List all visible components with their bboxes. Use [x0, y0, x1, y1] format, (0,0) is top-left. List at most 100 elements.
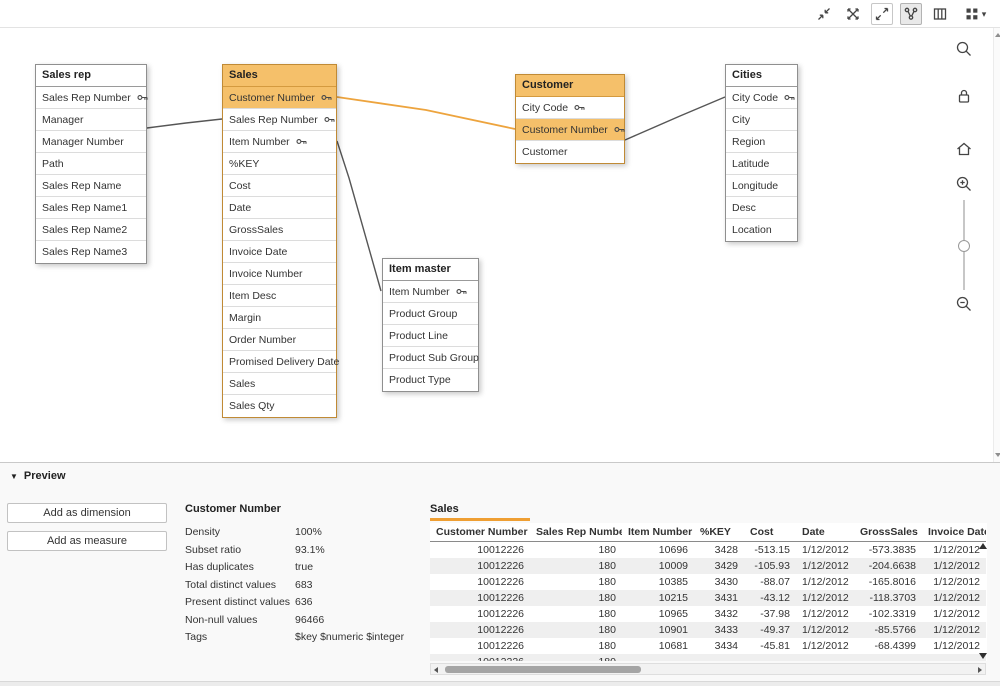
field-longitude[interactable]: Longitude: [726, 175, 797, 197]
scrollbar-thumb[interactable]: [445, 666, 641, 673]
field-location[interactable]: Location: [726, 219, 797, 241]
field-latitude[interactable]: Latitude: [726, 153, 797, 175]
field-sales-rep-number[interactable]: Sales Rep Number: [223, 109, 336, 131]
add-as-dimension-button[interactable]: Add as dimension: [7, 503, 167, 523]
table-cell: -165.8016: [854, 574, 922, 590]
column-header-customer-number[interactable]: Customer Number: [430, 523, 530, 542]
field-grosssales[interactable]: GrossSales: [223, 219, 336, 241]
column-header-cost[interactable]: Cost: [744, 523, 796, 542]
table-cell: 3433: [694, 622, 744, 638]
table-item-master[interactable]: Item masterItem NumberProduct GroupProdu…: [382, 258, 479, 392]
table-scroll-up-icon[interactable]: [979, 543, 987, 549]
table-title[interactable]: Sales rep: [36, 65, 146, 87]
field-customer-number[interactable]: Customer Number: [223, 87, 336, 109]
column-header-date[interactable]: Date: [796, 523, 854, 542]
field-city-code[interactable]: City Code: [516, 97, 624, 119]
field-order-number[interactable]: Order Number: [223, 329, 336, 351]
key-icon: [324, 114, 335, 125]
search-icon[interactable]: [955, 40, 973, 58]
lock-icon[interactable]: [955, 87, 973, 105]
table-cell: 180: [530, 542, 622, 559]
table-scroll-down-icon[interactable]: [979, 653, 987, 659]
field-manager-number[interactable]: Manager Number: [36, 131, 146, 153]
model-canvas[interactable]: Sales rep Sales Rep Number ManagerManager …: [0, 28, 993, 462]
table-horizontal-scrollbar[interactable]: [430, 663, 986, 675]
column-header-key[interactable]: %KEY: [694, 523, 744, 542]
table-row[interactable]: 10012226180: [430, 654, 986, 661]
field-sales-rep-name[interactable]: Sales Rep Name: [36, 175, 146, 197]
field-region[interactable]: Region: [726, 131, 797, 153]
field-promised-delivery-date[interactable]: Promised Delivery Date: [223, 351, 336, 373]
table-row[interactable]: 10012226180103853430-88.071/12/2012-165.…: [430, 574, 986, 590]
zoom-in-icon[interactable]: [955, 175, 973, 193]
field-product-line[interactable]: Product Line: [383, 325, 478, 347]
zoom-out-icon[interactable]: [955, 295, 973, 313]
table-title[interactable]: Cities: [726, 65, 797, 87]
field-cost[interactable]: Cost: [223, 175, 336, 197]
field-label: Sales Rep Number: [42, 92, 131, 104]
table-row[interactable]: 10012226180109013433-49.371/12/2012-85.5…: [430, 622, 986, 638]
field-sales-rep-name1[interactable]: Sales Rep Name1: [36, 197, 146, 219]
table-sales-rep[interactable]: Sales rep Sales Rep Number ManagerManager …: [35, 64, 147, 264]
field-item-number[interactable]: Item Number: [383, 281, 478, 303]
field-product-sub-group[interactable]: Product Sub Group: [383, 347, 478, 369]
field-label: Sales: [229, 378, 255, 390]
canvas-vertical-scrollbar[interactable]: [993, 28, 1000, 462]
field-margin[interactable]: Margin: [223, 307, 336, 329]
add-as-measure-button[interactable]: Add as measure: [7, 531, 167, 551]
home-icon[interactable]: [955, 140, 973, 158]
column-header-grosssales[interactable]: GrossSales: [854, 523, 922, 542]
zoom-slider-handle[interactable]: [958, 240, 970, 252]
field-product-group[interactable]: Product Group: [383, 303, 478, 325]
field-product-type[interactable]: Product Type: [383, 369, 478, 391]
scroll-left-icon[interactable]: [434, 667, 438, 673]
table-row[interactable]: 10012226180100093429-105.931/12/2012-204…: [430, 558, 986, 574]
table-customer[interactable]: CustomerCity CodeCustomer NumberCustomer: [515, 74, 625, 164]
column-header-item-number[interactable]: Item Number: [622, 523, 694, 542]
field-sales-rep-name2[interactable]: Sales Rep Name2: [36, 219, 146, 241]
apps-menu-button[interactable]: ▾: [958, 3, 992, 25]
scroll-up-icon[interactable]: [995, 33, 1000, 37]
field-invoice-number[interactable]: Invoice Number: [223, 263, 336, 285]
field-customer-number[interactable]: Customer Number: [516, 119, 624, 141]
expand-collapse-x-icon[interactable]: [842, 3, 864, 25]
window-bottom-scrollbar[interactable]: [0, 681, 1000, 686]
field-manager[interactable]: Manager: [36, 109, 146, 131]
table-row[interactable]: 10012226180106963428-513.151/12/2012-573…: [430, 542, 986, 559]
field-path[interactable]: Path: [36, 153, 146, 175]
graph-view-button[interactable]: [900, 3, 922, 25]
field-city-code[interactable]: City Code: [726, 87, 797, 109]
field-label: Path: [42, 158, 64, 170]
grid-layout-icon[interactable]: [929, 3, 951, 25]
column-header-sales-rep-number[interactable]: Sales Rep Number: [530, 523, 622, 542]
detail-label: Non-null values: [185, 614, 295, 626]
column-header-invoice-date[interactable]: Invoice Date: [922, 523, 986, 542]
field-sales-rep-number[interactable]: Sales Rep Number: [36, 87, 146, 109]
field-sales[interactable]: Sales: [223, 373, 336, 395]
table-title[interactable]: Sales: [223, 65, 336, 87]
collapse-all-icon[interactable]: [813, 3, 835, 25]
field-date[interactable]: Date: [223, 197, 336, 219]
field-customer[interactable]: Customer: [516, 141, 624, 163]
field-desc[interactable]: Desc: [726, 197, 797, 219]
field-key[interactable]: %KEY: [223, 153, 336, 175]
table-row[interactable]: 10012226180102153431-43.121/12/2012-118.…: [430, 590, 986, 606]
table-cities[interactable]: CitiesCity CodeCityRegionLatitudeLongitu…: [725, 64, 798, 242]
table-row[interactable]: 10012226180106813434-45.811/12/2012-68.4…: [430, 638, 986, 654]
expand-all-button[interactable]: [871, 3, 893, 25]
table-title[interactable]: Item master: [383, 259, 478, 281]
scroll-right-icon[interactable]: [978, 667, 982, 673]
table-title[interactable]: Customer: [516, 75, 624, 97]
field-sales-rep-name3[interactable]: Sales Rep Name3: [36, 241, 146, 263]
table-cell: -49.37: [744, 622, 796, 638]
scroll-down-icon[interactable]: [995, 453, 1000, 457]
field-item-desc[interactable]: Item Desc: [223, 285, 336, 307]
field-item-number[interactable]: Item Number: [223, 131, 336, 153]
field-city[interactable]: City: [726, 109, 797, 131]
preview-collapse-header[interactable]: ▼ Preview: [0, 463, 1000, 489]
field-sales-qty[interactable]: Sales Qty: [223, 395, 336, 417]
table-sales[interactable]: SalesCustomer NumberSales Rep NumberItem…: [222, 64, 337, 418]
table-row[interactable]: 10012226180109653432-37.981/12/2012-102.…: [430, 606, 986, 622]
preview-table-viewport[interactable]: Customer NumberSales Rep NumberItem Numb…: [430, 523, 987, 661]
field-invoice-date[interactable]: Invoice Date: [223, 241, 336, 263]
